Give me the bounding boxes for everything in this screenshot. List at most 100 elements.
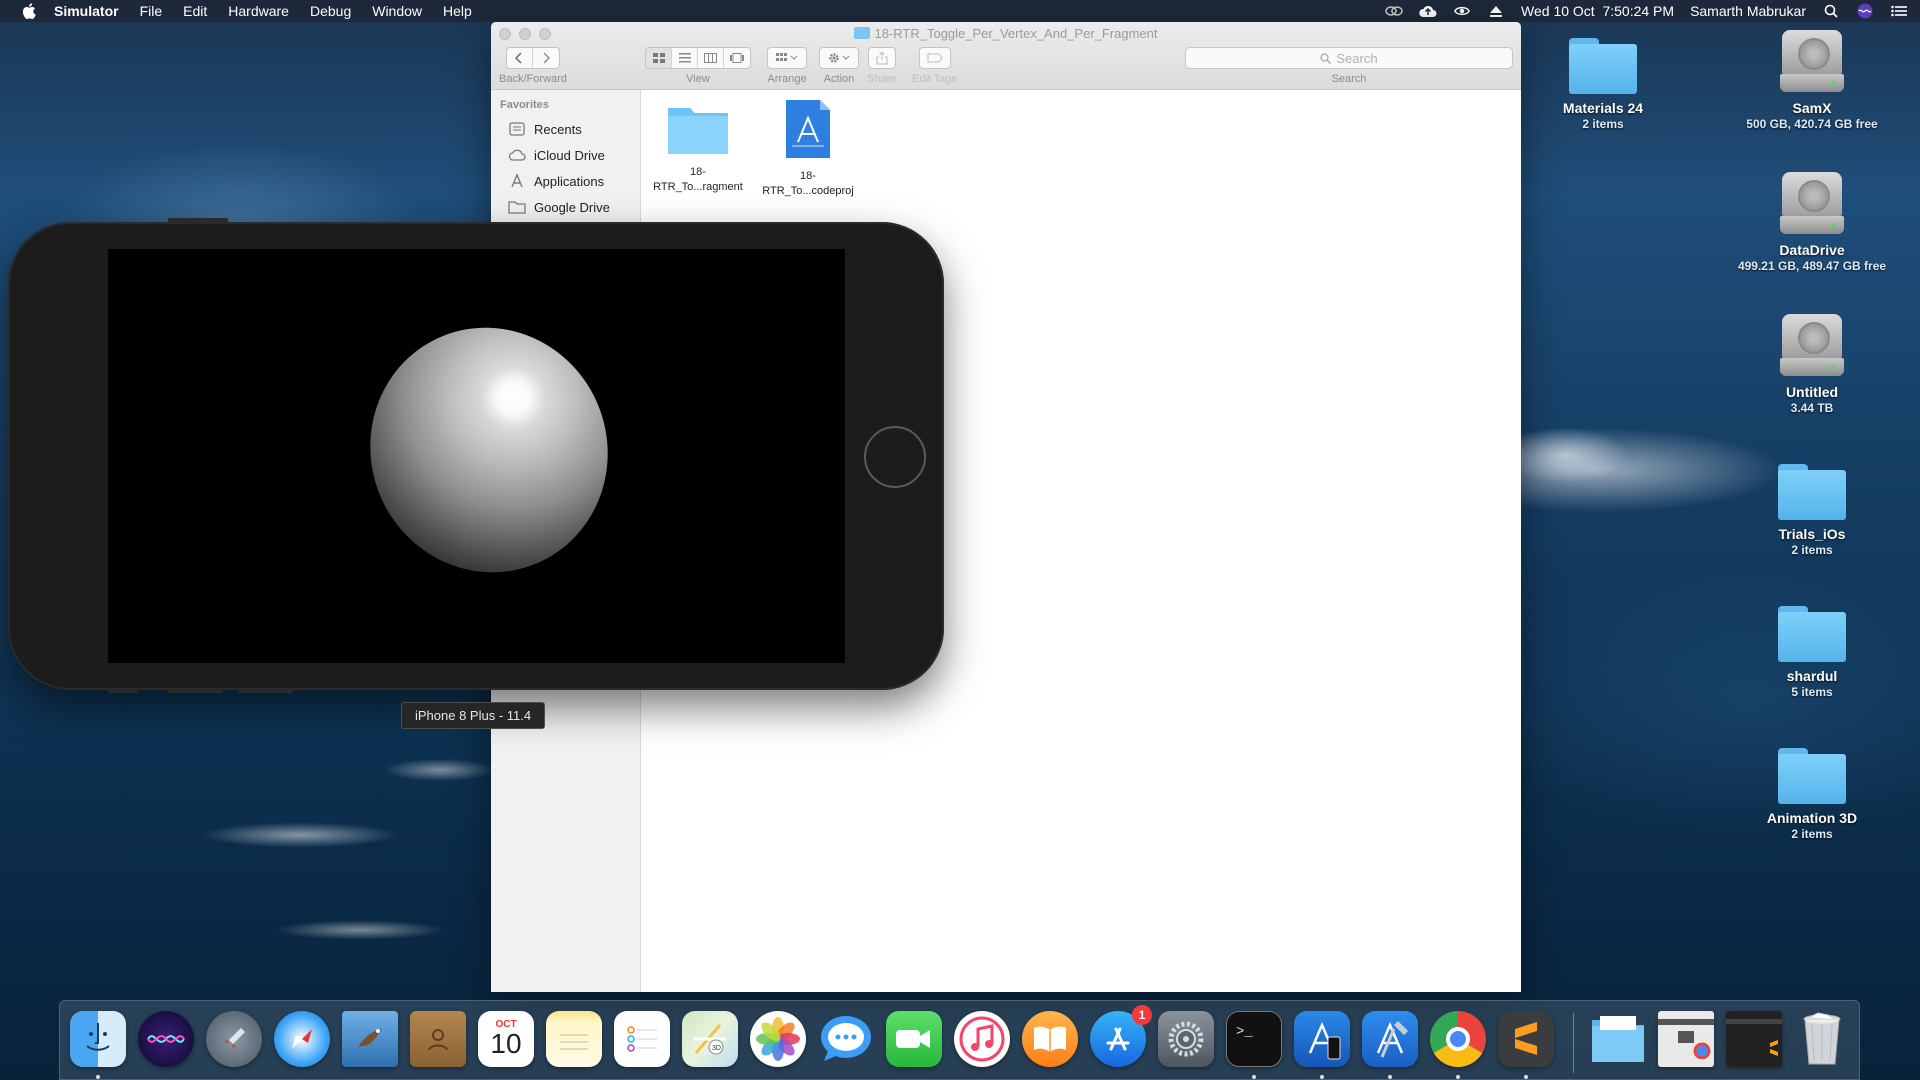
back-button[interactable] — [507, 48, 533, 68]
home-button[interactable] — [864, 426, 926, 488]
sidebar-item-google-drive[interactable]: Google Drive — [491, 194, 640, 220]
window-title: 18-RTR_Toggle_Per_Vertex_And_Per_Fragmen… — [491, 26, 1521, 41]
menu-edit[interactable]: Edit — [183, 3, 207, 19]
list-view-button[interactable] — [672, 48, 698, 68]
chrome-icon[interactable] — [1430, 1011, 1486, 1067]
launchpad-icon[interactable] — [206, 1011, 262, 1067]
contacts-icon[interactable] — [410, 1011, 466, 1067]
sublime-text-icon[interactable] — [1498, 1011, 1554, 1067]
file-name-line1: 18- — [800, 170, 816, 182]
desktop-item-shardul[interactable]: shardul 5 items — [1727, 606, 1897, 699]
menubar-user[interactable]: Samarth Mabrukar — [1690, 3, 1806, 19]
simulator-screen[interactable] — [108, 249, 845, 663]
eject-icon[interactable] — [1487, 4, 1505, 18]
menu-window[interactable]: Window — [372, 3, 422, 19]
sidebar-item-applications[interactable]: Applications — [491, 168, 640, 194]
search-icon — [1320, 52, 1332, 64]
folder-icon — [1778, 464, 1846, 520]
desktop-item-trials-ios[interactable]: Trials_iOs 2 items — [1727, 464, 1897, 557]
action-group: Action — [819, 47, 859, 85]
creative-cloud-icon[interactable] — [1385, 4, 1403, 18]
xcode-simulator-icon[interactable] — [1294, 1011, 1350, 1067]
app-store-icon[interactable]: 1 — [1090, 1005, 1152, 1067]
sidebar-item-label: Google Drive — [534, 199, 610, 215]
icon-view-button[interactable] — [646, 48, 672, 68]
search-field[interactable]: Search — [1185, 47, 1513, 69]
menubar-clock[interactable]: Wed 10 Oct 7:50:24 PM — [1521, 3, 1674, 19]
mail-icon[interactable] — [342, 1011, 398, 1067]
disk-icon — [1780, 172, 1844, 236]
menu-hardware[interactable]: Hardware — [228, 3, 289, 19]
cloud-upload-icon[interactable] — [1419, 4, 1437, 18]
recents-icon — [508, 121, 526, 137]
menu-help[interactable]: Help — [443, 3, 472, 19]
svg-text:>_: >_ — [1236, 1024, 1253, 1040]
power-button[interactable] — [168, 218, 228, 223]
system-preferences-icon[interactable] — [1158, 1011, 1214, 1067]
search-placeholder: Search — [1336, 50, 1378, 66]
sublime-window-icon[interactable] — [1726, 1011, 1782, 1067]
downloads-folder-icon[interactable] — [1590, 1011, 1646, 1067]
apple-menu-icon[interactable] — [20, 2, 38, 20]
messages-icon[interactable] — [818, 1011, 874, 1067]
arrange-button[interactable] — [768, 48, 806, 68]
desktop-item-name: Materials 24 — [1562, 100, 1644, 116]
desktop-item-datadrive[interactable]: DataDrive 499.21 GB, 489.47 GB free — [1727, 172, 1897, 273]
ibooks-icon[interactable] — [1022, 1011, 1078, 1067]
folder-icon — [1569, 38, 1637, 94]
desktop-item-materials-24[interactable]: Materials 24 2 items — [1518, 38, 1688, 131]
running-indicator — [1524, 1075, 1528, 1079]
calendar-icon[interactable]: OCT 10 — [478, 1011, 534, 1067]
file-item[interactable]: 18- RTR_To...codeproj — [753, 98, 863, 199]
file-name-line2: RTR_To...codeproj — [762, 185, 854, 197]
tag-icon[interactable] — [920, 48, 950, 68]
running-indicator — [1320, 1075, 1324, 1079]
desktop-item-sub: 3.44 TB — [1790, 401, 1834, 415]
side-button — [108, 689, 138, 693]
action-gear-button[interactable] — [820, 48, 858, 68]
itunes-icon[interactable] — [954, 1011, 1010, 1067]
sidebar-item-label: Recents — [534, 121, 582, 137]
notification-center-icon[interactable] — [1890, 4, 1908, 18]
desktop-item-name: shardul — [1786, 668, 1838, 684]
finder-icon[interactable] — [70, 1011, 126, 1067]
sidebar-item-icloud-drive[interactable]: iCloud Drive — [491, 142, 640, 168]
column-view-button[interactable] — [698, 48, 724, 68]
forward-button[interactable] — [533, 48, 559, 68]
desktop-item-samx[interactable]: SamX 500 GB, 420.74 GB free — [1727, 30, 1897, 131]
dock: OCT 10 3D 1 >_ — [59, 1000, 1860, 1080]
dock-separator — [1573, 1013, 1574, 1073]
siri-icon[interactable] — [138, 1011, 194, 1067]
siri-icon[interactable] — [1856, 3, 1874, 19]
desktop-item-untitled[interactable]: Untitled 3.44 TB — [1727, 314, 1897, 415]
folder-icon — [854, 27, 871, 39]
terminal-icon[interactable]: >_ — [1226, 1011, 1282, 1067]
menu-debug[interactable]: Debug — [310, 3, 351, 19]
desktop-item-animation-3d[interactable]: Animation 3D 2 items — [1727, 748, 1897, 841]
chrome-window-icon[interactable] — [1658, 1011, 1714, 1067]
maps-icon[interactable]: 3D — [682, 1011, 738, 1067]
nvidia-icon[interactable] — [1453, 4, 1471, 18]
menu-app-name[interactable]: Simulator — [54, 3, 119, 19]
file-item[interactable]: 18- RTR_To...ragment — [643, 98, 753, 195]
notes-icon[interactable] — [546, 1011, 602, 1067]
desktop-item-sub: 2 items — [1791, 827, 1833, 841]
safari-icon[interactable] — [274, 1011, 330, 1067]
share-icon[interactable] — [869, 48, 895, 68]
photos-icon[interactable] — [750, 1011, 806, 1067]
facetime-icon[interactable] — [886, 1011, 942, 1067]
desktop-item-sub: 2 items — [1791, 543, 1833, 557]
xcode-icon[interactable] — [1362, 1011, 1418, 1067]
app-store-badge: 1 — [1132, 1005, 1152, 1025]
spotlight-search-icon[interactable] — [1822, 4, 1840, 18]
menu-file[interactable]: File — [140, 3, 163, 19]
arrange-group: Arrange — [767, 47, 807, 85]
reminders-icon[interactable] — [614, 1011, 670, 1067]
desktop-item-name: Animation 3D — [1766, 810, 1858, 826]
trash-icon[interactable] — [1794, 1011, 1850, 1067]
search-label: Search — [1331, 73, 1367, 85]
gallery-view-button[interactable] — [724, 48, 750, 68]
sidebar-heading: Favorites — [500, 99, 549, 111]
folder-icon — [1778, 606, 1846, 662]
sidebar-item-recents[interactable]: Recents — [491, 116, 640, 142]
